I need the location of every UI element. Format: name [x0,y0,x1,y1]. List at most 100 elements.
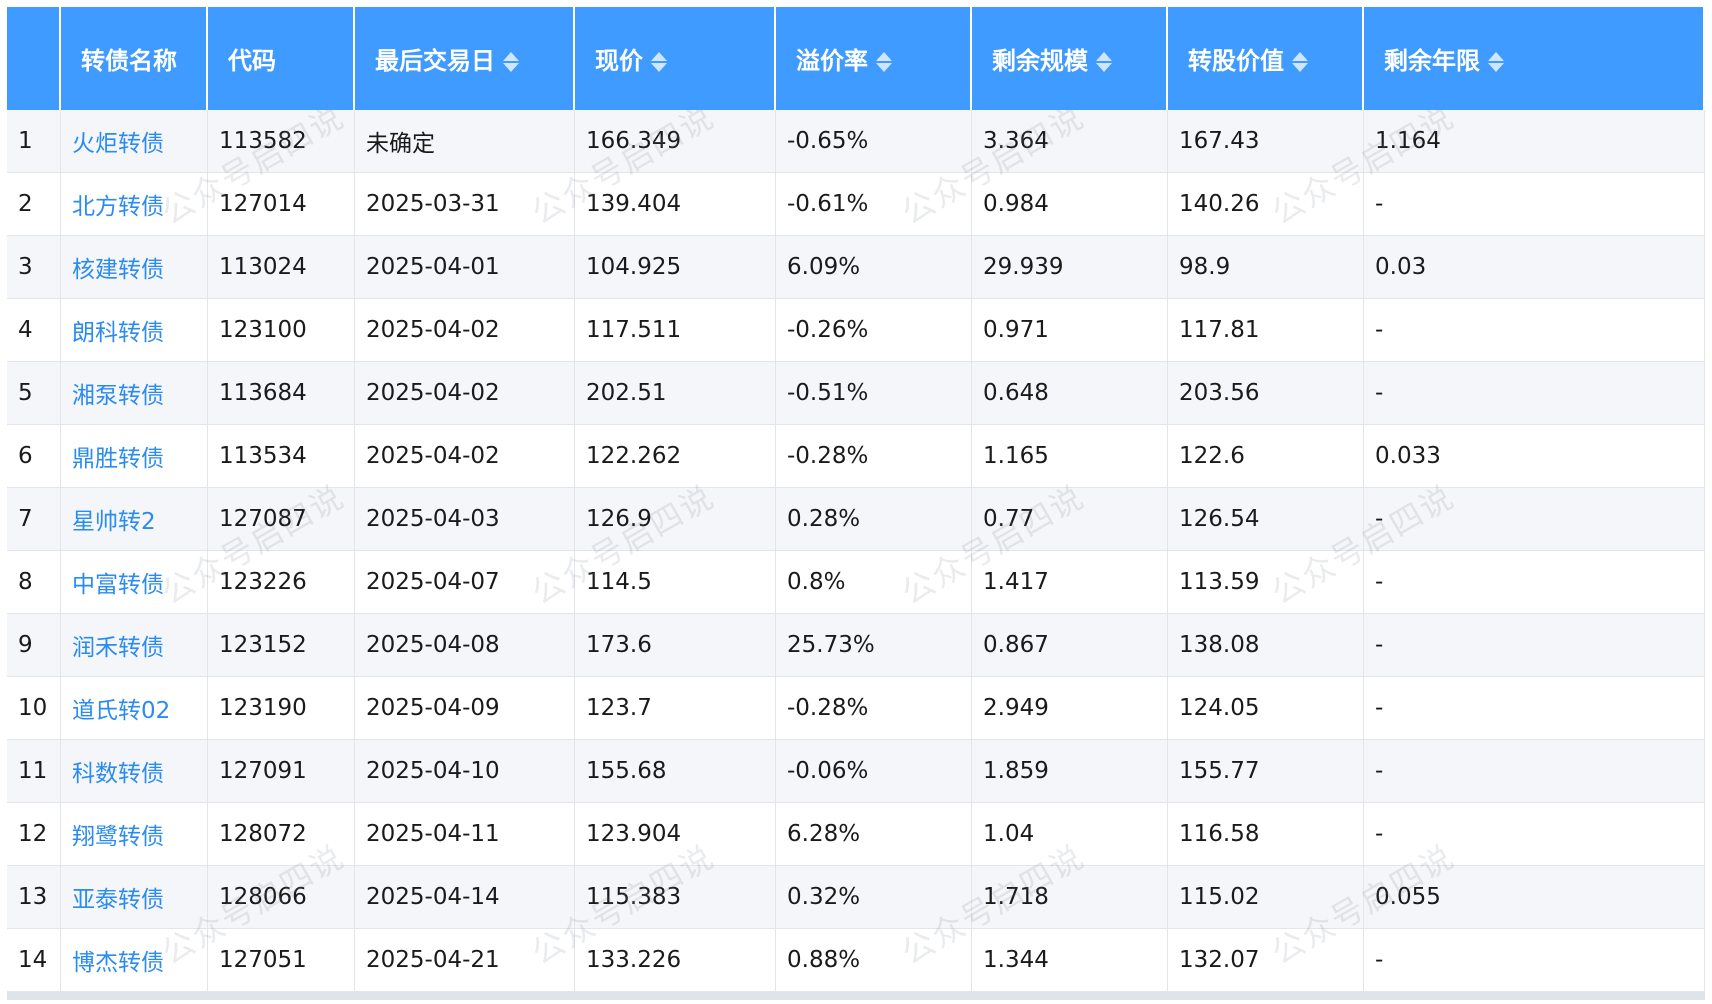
remaining-size: 1.859 [972,740,1168,803]
remaining-years: 1.164 [1364,110,1705,173]
remaining-years: - [1364,299,1705,362]
sort-caret-icon[interactable] [1096,50,1112,74]
price-header[interactable]: 现价 [575,7,776,110]
premium-rate-header[interactable]: 溢价率 [776,7,972,110]
premium-rate: 0.88% [776,929,972,992]
conversion-value: 116.58 [1168,803,1364,866]
remaining-size: 1.718 [972,866,1168,929]
remaining-years: 0.055 [1364,866,1705,929]
row-index: 3 [7,236,61,299]
bond-name-link[interactable]: 翔鹭转债 [61,803,208,866]
sort-caret-icon[interactable] [1488,50,1504,74]
last-trade-date: 2025-03-31 [355,173,575,236]
bond-code: 127051 [208,929,355,992]
remaining-size: 1.344 [972,929,1168,992]
conversion-value: 113.59 [1168,551,1364,614]
last-trade-date: 2025-04-11 [355,803,575,866]
price: 126.9 [575,488,776,551]
sort-caret-icon[interactable] [651,50,667,74]
table-header-row: 转债名称 代码 最后交易日 现价 溢价率 剩余规模 转股价值 剩余年限 [7,7,1705,110]
row-index: 9 [7,614,61,677]
row-index: 12 [7,803,61,866]
conversion-value: 98.9 [1168,236,1364,299]
last-trade-date-header[interactable]: 最后交易日 [355,7,575,110]
bond-name-link[interactable]: 星帅转2 [61,488,208,551]
sort-caret-icon[interactable] [503,50,519,74]
conversion-value: 124.05 [1168,677,1364,740]
remaining-years: 0.033 [1364,425,1705,488]
remaining-years: - [1364,803,1705,866]
table-row: 14 博杰转债 127051 2025-04-21 133.226 0.88% 1.344 1… [7,929,1705,992]
premium-rate: -0.26% [776,299,972,362]
conversion-value: 126.54 [1168,488,1364,551]
bond-code: 123226 [208,551,355,614]
bond-code: 113534 [208,425,355,488]
header-label: 转股价值 [1188,47,1284,75]
bond-name-link[interactable]: 亚泰转债 [61,866,208,929]
header-label: 最后交易日 [375,47,495,75]
remaining-size-header[interactable]: 剩余规模 [972,7,1168,110]
bond-name-link[interactable]: 火炬转债 [61,110,208,173]
table-row: 3 核建转债 113024 2025-04-01 104.925 6.09% 29.939 9… [7,236,1705,299]
remaining-size: 1.04 [972,803,1168,866]
last-trade-date: 2025-04-08 [355,614,575,677]
remaining-years: - [1364,173,1705,236]
bond-code: 128066 [208,866,355,929]
last-trade-date: 2025-04-01 [355,236,575,299]
remaining-years: 0.03 [1364,236,1705,299]
table-row: 7 星帅转2 127087 2025-04-03 126.9 0.28% 0.77 126.5… [7,488,1705,551]
row-index: 1 [7,110,61,173]
table-row: 6 鼎胜转债 113534 2025-04-02 122.262 -0.28% 1.165 1… [7,425,1705,488]
bond-name-link[interactable]: 鼎胜转债 [61,425,208,488]
bond-code: 127091 [208,740,355,803]
bond-name-link[interactable]: 核建转债 [61,236,208,299]
bond-name-link[interactable]: 道氏转02 [61,677,208,740]
bond-name-link[interactable]: 中富转债 [61,551,208,614]
conversion-value-header[interactable]: 转股价值 [1168,7,1364,110]
table-container: 转债名称 代码 最后交易日 现价 溢价率 剩余规模 转股价值 剩余年限 1 火炬转债 113582… [7,7,1705,1000]
bond-name-link[interactable]: 朗科转债 [61,299,208,362]
table-row: 1 火炬转债 113582 未确定 166.349 -0.65% 3.364 167.43 1.… [7,110,1705,173]
price: 104.925 [575,236,776,299]
bond-name-link[interactable]: 润禾转债 [61,614,208,677]
sort-caret-icon[interactable] [876,50,892,74]
conversion-value: 117.81 [1168,299,1364,362]
header-label: 代码 [228,47,276,75]
table-row: 12 翔鹭转债 128072 2025-04-11 123.904 6.28% 1.04 11… [7,803,1705,866]
remaining-size: 3.364 [972,110,1168,173]
premium-rate: 0.32% [776,866,972,929]
row-index: 6 [7,425,61,488]
premium-rate: -0.28% [776,677,972,740]
price: 166.349 [575,110,776,173]
remaining-years: - [1364,614,1705,677]
bond-code: 123190 [208,677,355,740]
conversion-value: 138.08 [1168,614,1364,677]
row-index: 4 [7,299,61,362]
table-row: 13 亚泰转债 128066 2025-04-14 115.383 0.32% 1.718 1… [7,866,1705,929]
last-trade-date: 2025-04-07 [355,551,575,614]
remaining-years: - [1364,740,1705,803]
remaining-size: 0.971 [972,299,1168,362]
premium-rate: 6.28% [776,803,972,866]
price: 133.226 [575,929,776,992]
price: 114.5 [575,551,776,614]
table-row: 2 北方转债 127014 2025-03-31 139.404 -0.61% 0.984 1… [7,173,1705,236]
bond-code: 123100 [208,299,355,362]
remaining-years: - [1364,488,1705,551]
remaining-size: 0.984 [972,173,1168,236]
remaining-years-header[interactable]: 剩余年限 [1364,7,1705,110]
premium-rate: -0.65% [776,110,972,173]
table-body: 1 火炬转债 113582 未确定 166.349 -0.65% 3.364 167.43 1.… [7,110,1705,992]
remaining-years: - [1364,929,1705,992]
row-index: 13 [7,866,61,929]
bond-name-link[interactable]: 科数转债 [61,740,208,803]
bond-code: 113582 [208,110,355,173]
bond-name-link[interactable]: 北方转债 [61,173,208,236]
bond-name-link[interactable]: 博杰转债 [61,929,208,992]
price: 123.7 [575,677,776,740]
conversion-value: 140.26 [1168,173,1364,236]
bond-name-link[interactable]: 湘泵转债 [61,362,208,425]
sort-caret-icon[interactable] [1292,50,1308,74]
last-trade-date: 2025-04-03 [355,488,575,551]
row-index: 8 [7,551,61,614]
